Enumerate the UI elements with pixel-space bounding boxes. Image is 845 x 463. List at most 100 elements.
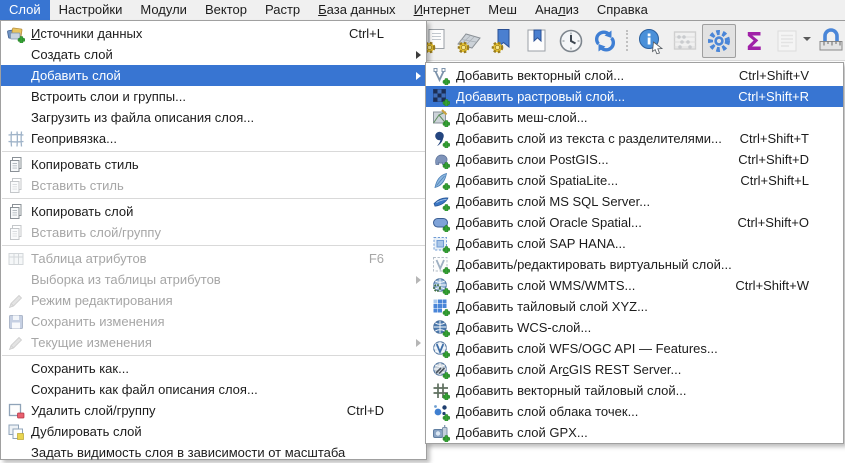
menu-item-label: Копировать стиль: [31, 157, 426, 172]
menu-item-add-spatialite-layer[interactable]: Добавить слой SpatiaLite...Ctrl+Shift+L: [426, 170, 843, 191]
menubar-item-vector[interactable]: Вектор: [196, 0, 256, 20]
blank-icon: [6, 360, 25, 378]
processing-toolbox-icon[interactable]: [702, 24, 736, 58]
menu-item-shortcut: Ctrl+L: [349, 26, 384, 41]
menubar-item-plugins[interactable]: Модули: [131, 0, 196, 20]
menu-item-label: Удалить слой/группу: [31, 403, 347, 418]
menu-item-label: Добавить слой SpatiaLite...: [456, 173, 740, 188]
menu-item-add-vector-layer[interactable]: Добавить векторный слой...Ctrl+Shift+V: [426, 65, 843, 86]
menu-item-georeferencer[interactable]: Геопривязка...: [1, 128, 426, 149]
menubar-item-layer[interactable]: Слой: [0, 0, 50, 20]
menu-item-paste-style: Вставить стиль: [1, 175, 426, 196]
floppy-icon: [6, 313, 25, 331]
terrain-with-gear-icon[interactable]: [452, 24, 486, 58]
menu-item-set-scale-visibility[interactable]: Задать видимость слоя в зависимости от м…: [1, 442, 426, 463]
menu-item-shortcut: Ctrl+Shift+W: [735, 278, 809, 293]
menu-item-shortcut: Ctrl+Shift+D: [738, 152, 809, 167]
menu-item-add-xyz-layer[interactable]: Добавить тайловый слой XYZ...: [426, 296, 843, 317]
menu-item-label: Добавить слой облака точек...: [456, 404, 843, 419]
new-spatial-bookmark-icon[interactable]: [520, 24, 554, 58]
pencil-icon: [6, 334, 25, 352]
menu-item-copy-layer[interactable]: Копировать слой: [1, 201, 426, 222]
virtual-icon: [431, 256, 450, 274]
dropdown-caret-icon[interactable]: [803, 37, 811, 41]
menu-item-add-wfs-layer[interactable]: Добавить слой WFS/OGC API — Features...: [426, 338, 843, 359]
menu-separator: [2, 245, 425, 246]
toolbar-separator: [626, 30, 628, 51]
menu-item-label: Добавить векторный слой...: [456, 68, 739, 83]
menu-item-shortcut: Ctrl+Shift+R: [738, 89, 809, 104]
blank-icon: [6, 67, 25, 85]
menu-item-add-sap-hana-layer[interactable]: Добавить слой SAP HANA...: [426, 233, 843, 254]
menu-item-label: Добавить тайловый слой XYZ...: [456, 299, 843, 314]
georef-icon: [6, 130, 25, 148]
submenu-arrow-icon: [416, 72, 421, 80]
menu-item-filter-attribute-table: Выборка из таблицы атрибутов: [1, 269, 426, 290]
menu-item-add-oracle-layer[interactable]: Добавить слой Oracle Spatial...Ctrl+Shif…: [426, 212, 843, 233]
attribute-form-icon: [770, 24, 804, 58]
menu-item-shortcut: Ctrl+D: [347, 403, 384, 418]
menu-item-add-vector-tile-layer[interactable]: Добавить векторный тайловый слой...: [426, 380, 843, 401]
layer-menu-panel: Источники данныхCtrl+LСоздать слойДобави…: [0, 20, 427, 460]
menu-item-create-layer[interactable]: Создать слой: [1, 44, 426, 65]
globe-dark-icon: [431, 319, 450, 337]
add-layer-submenu-panel: Добавить векторный слой...Ctrl+Shift+VДо…: [425, 62, 844, 444]
copy-doc-icon: [6, 156, 25, 174]
menu-item-label: Загрузить из файла описания слоя...: [31, 110, 426, 125]
menu-item-add-virtual-layer[interactable]: Добавить/редактировать виртуальный слой.…: [426, 254, 843, 275]
tiles-icon: [431, 298, 450, 316]
menu-item-data-source-manager[interactable]: Источники данныхCtrl+L: [1, 23, 426, 44]
statistical-summary-icon[interactable]: Σ: [736, 24, 770, 58]
menu-item-embed-layers[interactable]: Встроить слои и группы...: [1, 86, 426, 107]
menu-item-copy-style[interactable]: Копировать стиль: [1, 154, 426, 175]
menu-item-save-as-layer-definition[interactable]: Сохранить как файл описания слоя...: [1, 379, 426, 400]
menu-item-paste-layer-group: Вставить слой/группу: [1, 222, 426, 243]
blank-icon: [6, 88, 25, 106]
menu-item-label: Источники данных: [31, 26, 349, 41]
menu-item-add-wcs-layer[interactable]: Добавить WCS-слой...: [426, 317, 843, 338]
menu-item-remove-layer-group[interactable]: Удалить слой/группуCtrl+D: [1, 400, 426, 421]
menu-item-add-from-layer-definition[interactable]: Загрузить из файла описания слоя...: [1, 107, 426, 128]
menubar-item-analysis[interactable]: Анализ: [526, 0, 588, 20]
menu-item-add-delimited-text-layer[interactable]: Добавить слой из текста с разделителями.…: [426, 128, 843, 149]
menubar-item-mesh[interactable]: Меш: [479, 0, 526, 20]
menu-item-add-arcgis-rest-layer[interactable]: Добавить слой ArcGIS REST Server...: [426, 359, 843, 380]
menu-item-add-point-cloud-layer[interactable]: Добавить слой облака точек...: [426, 401, 843, 422]
menu-item-add-mssql-layer[interactable]: Добавить слой MS SQL Server...: [426, 191, 843, 212]
table-icon: [6, 250, 25, 268]
menu-item-add-raster-layer[interactable]: Добавить растровый слой...Ctrl+Shift+R: [426, 86, 843, 107]
globe-tools-icon: [431, 361, 450, 379]
menu-item-label: Задать видимость слоя в зависимости от м…: [31, 445, 426, 460]
menu-item-shortcut: Ctrl+Shift+O: [737, 215, 809, 230]
menu-item-label: Добавить слой SAP HANA...: [456, 236, 843, 251]
blank-icon: [6, 444, 25, 462]
menu-item-current-edits: Текущие изменения: [1, 332, 426, 353]
menubar-item-web[interactable]: Интернет: [405, 0, 480, 20]
menubar-item-raster[interactable]: Растр: [256, 0, 309, 20]
temporal-controller-icon[interactable]: [554, 24, 588, 58]
menu-item-add-gpx-layer[interactable]: Добавить слой GPX...: [426, 422, 843, 443]
identify-features-icon[interactable]: [634, 24, 668, 58]
menu-item-label: Добавить слой GPX...: [456, 425, 843, 440]
menu-item-label: Добавить векторный тайловый слой...: [456, 383, 843, 398]
menu-item-shortcut: Ctrl+Shift+T: [740, 131, 809, 146]
refresh-icon[interactable]: [588, 24, 622, 58]
elephant-icon: [431, 151, 450, 169]
menu-item-add-layer[interactable]: Добавить слой: [1, 65, 426, 86]
menubar-item-settings[interactable]: Настройки: [50, 0, 132, 20]
bookmark-manager-icon[interactable]: [486, 24, 520, 58]
menu-item-duplicate-layer[interactable]: Дублировать слой: [1, 421, 426, 442]
menu-item-label: Вставить стиль: [31, 178, 426, 193]
globe-v-icon: [431, 340, 450, 358]
menubar-item-help[interactable]: Справка: [588, 0, 657, 20]
menu-item-label: Добавить слой ArcGIS REST Server...: [456, 362, 843, 377]
menu-item-add-wms-layer[interactable]: Добавить слой WMS/WMTS...Ctrl+Shift+W: [426, 275, 843, 296]
menubar-item-database[interactable]: База данных: [309, 0, 404, 20]
measure-icon[interactable]: [814, 24, 845, 58]
submenu-arrow-icon: [416, 339, 421, 347]
menu-item-add-postgis-layers[interactable]: Добавить слои PostGIS...Ctrl+Shift+D: [426, 149, 843, 170]
menu-item-save-as[interactable]: Сохранить как...: [1, 358, 426, 379]
menu-item-label: Добавить меш-слой...: [456, 110, 843, 125]
pencil-icon: [6, 292, 25, 310]
menu-item-add-mesh-layer[interactable]: Добавить меш-слой...: [426, 107, 843, 128]
